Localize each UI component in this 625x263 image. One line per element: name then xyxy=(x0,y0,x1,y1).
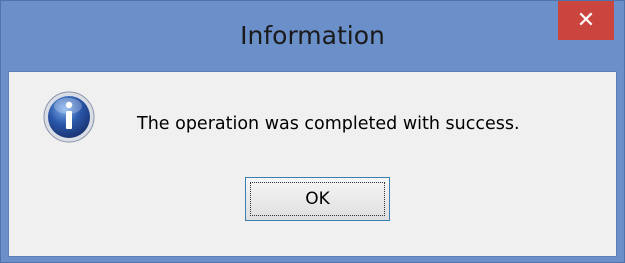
dialog-body: The operation was completed with success… xyxy=(8,71,617,257)
message-text: The operation was completed with success… xyxy=(137,114,520,134)
title-bar[interactable]: Information ✕ xyxy=(1,1,624,71)
close-icon: ✕ xyxy=(576,7,596,33)
info-icon xyxy=(43,91,95,143)
ok-button-label: OK xyxy=(305,189,330,209)
close-button[interactable]: ✕ xyxy=(558,1,614,40)
ok-button[interactable]: OK xyxy=(245,177,390,221)
window-title: Information xyxy=(240,21,385,50)
dialog-window: Information ✕ The operation was complete… xyxy=(0,0,625,263)
